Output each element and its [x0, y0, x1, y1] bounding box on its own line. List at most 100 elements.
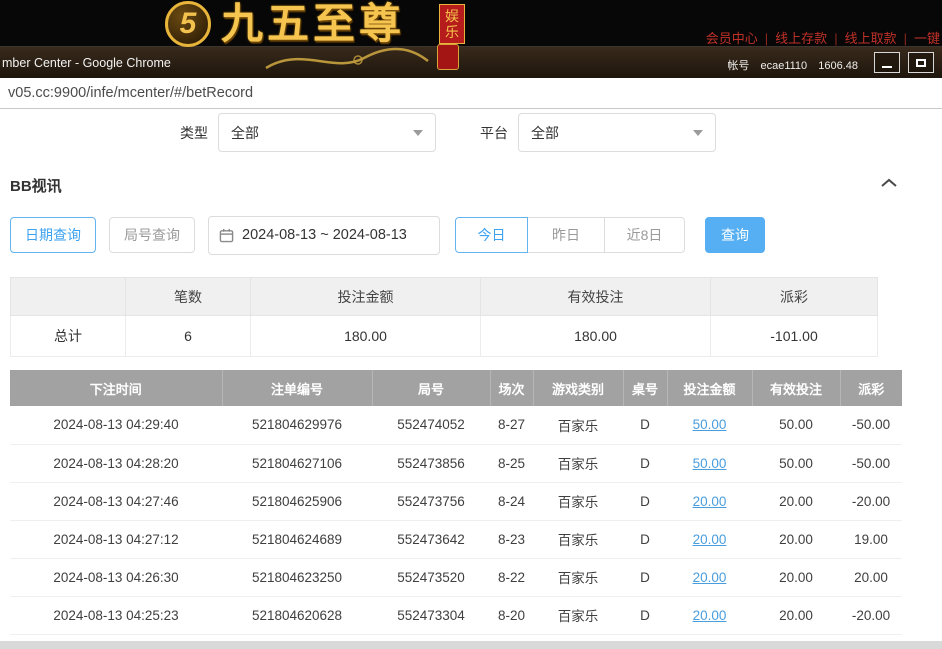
bet-amount-link[interactable]: 50.00	[693, 417, 727, 432]
top-nav: 会员中心 | 线上存款 | 线上取款 | 一键	[706, 28, 940, 47]
summary-total-label: 总计	[11, 316, 126, 357]
table-row: 2024-08-13 04:29:40521804629976552474052…	[10, 406, 902, 444]
round-query-button[interactable]: 局号查询	[109, 217, 195, 253]
summary-valid-bet: 180.00	[481, 316, 711, 357]
summary-table: 笔数 投注金额 有效投注 派彩 总计 6 180.00 180.00 -101.…	[10, 277, 878, 357]
platform-filter-label: 平台	[480, 123, 508, 143]
bet-amount-link[interactable]: 20.00	[693, 532, 727, 547]
balance-value: 1606.48	[818, 60, 858, 72]
type-filter-select[interactable]: 全部	[218, 113, 436, 152]
table-cell: D	[623, 558, 667, 596]
valid-cell: 50.00	[752, 406, 840, 444]
url-text: v05.cc:9900/infe/mcenter/#/betRecord	[8, 85, 253, 101]
bet-amount-cell: 50.00	[667, 444, 752, 482]
header-round-id: 局号	[372, 370, 490, 406]
nav-link-withdraw[interactable]: 线上取款	[845, 31, 897, 46]
last8days-button[interactable]: 近8日	[604, 217, 685, 253]
order-cell: 521804629976	[222, 406, 372, 444]
game-cell: 百家乐	[533, 444, 623, 482]
round-cell: 552473520	[372, 558, 490, 596]
screen: 会员中心|线上存款|线上取款|一键 5 九五至尊 娱乐 mber Center …	[0, 0, 942, 649]
summary-count: 6	[126, 316, 251, 357]
time-cell: 2024-08-13 04:28:20	[10, 444, 222, 482]
nav-separator: |	[904, 31, 907, 46]
summary-header-count: 笔数	[126, 278, 251, 316]
platform-filter-value: 全部	[531, 123, 559, 143]
payout-cell: -50.00	[840, 406, 902, 444]
maximize-button[interactable]	[908, 52, 934, 73]
yesterday-button[interactable]: 昨日	[527, 217, 605, 253]
main-content: 类型 全部 平台 全部 BB视讯 日期查询 局号查询	[0, 109, 942, 649]
session-cell: 8-24	[490, 482, 533, 520]
payout-cell: -20.00	[840, 596, 902, 634]
collapse-section-button[interactable]	[880, 175, 898, 193]
date-query-button[interactable]: 日期查询	[10, 217, 96, 253]
bet-amount-link[interactable]: 20.00	[693, 570, 727, 585]
minimize-button[interactable]	[874, 52, 900, 73]
logo-badge: 娱乐	[439, 4, 465, 44]
valid-cell: 20.00	[752, 520, 840, 558]
table-row: 2024-08-13 04:26:30521804623250552473520…	[10, 558, 902, 596]
table-cell: D	[623, 444, 667, 482]
game-cell: 百家乐	[533, 596, 623, 634]
summary-header-row: 笔数 投注金额 有效投注 派彩	[11, 278, 878, 316]
time-cell: 2024-08-13 04:27:46	[10, 482, 222, 520]
round-cell: 552473642	[372, 520, 490, 558]
session-cell: 8-22	[490, 558, 533, 596]
payout-cell: 19.00	[840, 520, 902, 558]
nav-link-deposit[interactable]: 线上存款	[775, 31, 827, 46]
filter-row: 类型 全部 平台 全部	[180, 113, 716, 152]
summary-header-payout: 派彩	[711, 278, 878, 316]
session-cell: 8-27	[490, 406, 533, 444]
header-game-type: 游戏类别	[533, 370, 623, 406]
nav-link-member-center[interactable]: 会员中心	[706, 31, 758, 46]
order-cell: 521804625906	[222, 482, 372, 520]
account-value: ecae1110	[760, 60, 807, 72]
calendar-icon	[219, 228, 234, 243]
session-cell: 8-25	[490, 444, 533, 482]
payout-cell: -20.00	[840, 482, 902, 520]
summary-total-row: 总计 6 180.00 180.00 -101.00	[11, 316, 878, 357]
round-cell: 552473756	[372, 482, 490, 520]
table-row: 2024-08-13 04:27:46521804625906552473756…	[10, 482, 902, 520]
order-cell: 521804620628	[222, 596, 372, 634]
time-cell: 2024-08-13 04:29:40	[10, 406, 222, 444]
today-button[interactable]: 今日	[455, 217, 528, 253]
session-cell: 8-23	[490, 520, 533, 558]
bet-amount-cell: 20.00	[667, 596, 752, 634]
nav-link-onekey[interactable]: 一键	[914, 31, 940, 46]
order-cell: 521804623250	[222, 558, 372, 596]
platform-filter-select[interactable]: 全部	[518, 113, 716, 152]
game-cell: 百家乐	[533, 406, 623, 444]
header-order-id: 注单编号	[222, 370, 372, 406]
order-cell: 521804627106	[222, 444, 372, 482]
search-button[interactable]: 查询	[705, 217, 765, 253]
detail-header-row: 下注时间 注单编号 局号 场次 游戏类别 桌号 投注金额 有效投注 派彩	[10, 370, 902, 406]
game-cell: 百家乐	[533, 558, 623, 596]
round-cell: 552473856	[372, 444, 490, 482]
summary-header-valid-bet: 有效投注	[481, 278, 711, 316]
nav-separator: |	[765, 31, 768, 46]
payout-cell: 20.00	[840, 558, 902, 596]
detail-table: 下注时间 注单编号 局号 场次 游戏类别 桌号 投注金额 有效投注 派彩 202…	[10, 370, 902, 635]
bet-amount-cell: 20.00	[667, 558, 752, 596]
site-logo: 5 九五至尊 娱乐	[165, 1, 465, 47]
time-cell: 2024-08-13 04:26:30	[10, 558, 222, 596]
quick-date-group: 今日 昨日 近8日	[455, 217, 685, 253]
nav-separator: |	[834, 31, 837, 46]
bet-amount-link[interactable]: 20.00	[693, 608, 727, 623]
minimize-icon	[882, 66, 892, 68]
bet-amount-link[interactable]: 50.00	[693, 456, 727, 471]
date-range-input[interactable]: 2024-08-13 ~ 2024-08-13	[208, 216, 440, 255]
site-header: 会员中心 | 线上存款 | 线上取款 | 一键	[0, 0, 942, 46]
summary-header-blank	[11, 278, 126, 316]
order-cell: 521804624689	[222, 520, 372, 558]
valid-cell: 20.00	[752, 558, 840, 596]
valid-cell: 20.00	[752, 482, 840, 520]
logo-coin-icon: 5	[165, 1, 211, 47]
bet-amount-link[interactable]: 20.00	[693, 494, 727, 509]
time-cell: 2024-08-13 04:27:12	[10, 520, 222, 558]
address-bar[interactable]: v05.cc:9900/infe/mcenter/#/betRecord	[0, 78, 942, 109]
account-info: 帐号 ecae1110 1606.48	[719, 57, 858, 73]
valid-cell: 20.00	[752, 596, 840, 634]
